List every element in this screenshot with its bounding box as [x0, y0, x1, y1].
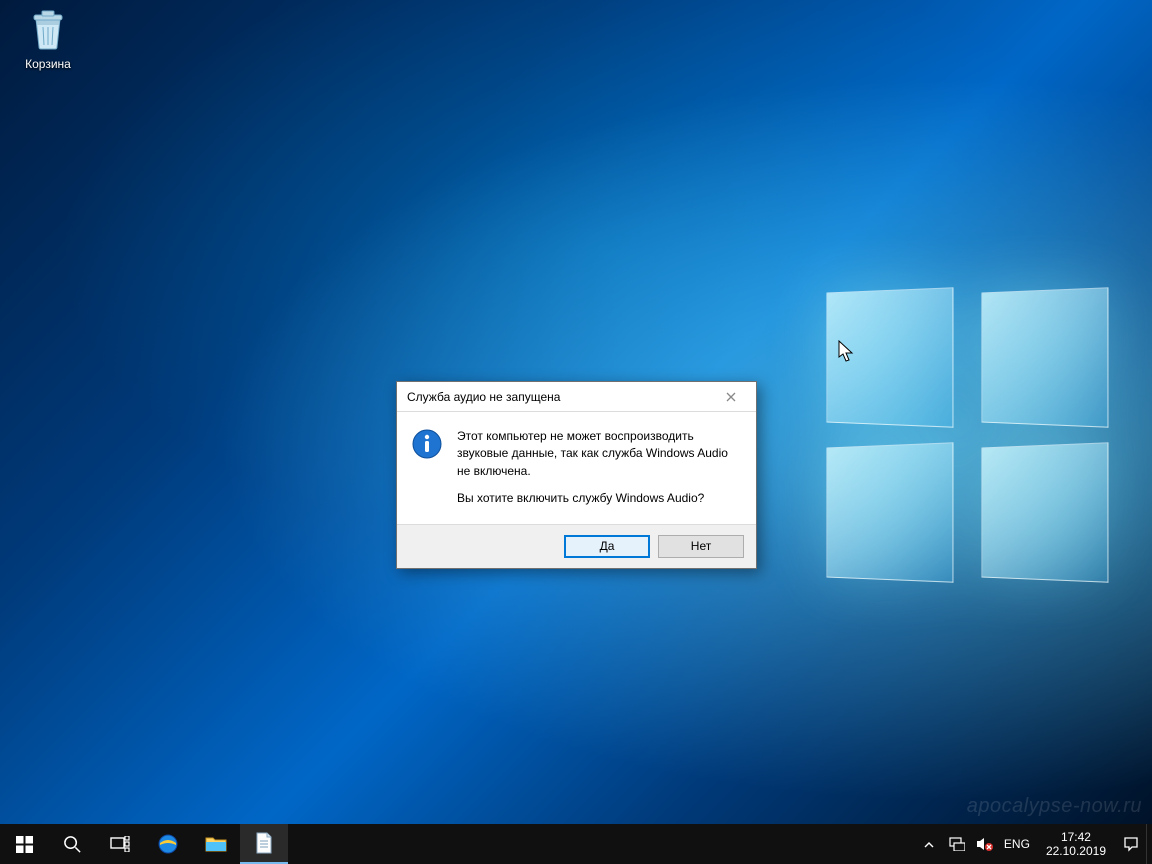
system-tray: ENG 17:42 22.10.2019: [912, 824, 1146, 864]
close-button[interactable]: [712, 386, 750, 408]
dialog-footer: Да Нет: [397, 524, 756, 568]
notepad-taskbar[interactable]: [240, 824, 288, 864]
network-icon: [949, 837, 965, 851]
internet-explorer-taskbar[interactable]: [144, 824, 192, 864]
action-center-button[interactable]: [1122, 836, 1140, 852]
clock-time: 17:42: [1046, 830, 1106, 844]
audio-service-dialog: Служба аудио не запущена Этот компьютер …: [396, 381, 757, 569]
clock-date: 22.10.2019: [1046, 844, 1106, 858]
internet-explorer-icon: [156, 832, 180, 856]
search-icon: [63, 835, 82, 854]
notification-icon: [1123, 836, 1139, 852]
yes-button[interactable]: Да: [564, 535, 650, 558]
chevron-up-icon: [924, 841, 934, 848]
taskbar-spacer: [288, 824, 912, 864]
windows-logo-wallpaper: [820, 290, 1120, 590]
windows-start-icon: [16, 836, 33, 853]
task-view-button[interactable]: [96, 824, 144, 864]
volume-tray-icon[interactable]: [976, 836, 994, 852]
dialog-message-line2: Вы хотите включить службу Windows Audio?: [457, 490, 742, 507]
volume-muted-icon: [976, 836, 994, 852]
info-icon: [411, 428, 443, 460]
close-icon: [726, 392, 736, 402]
desktop[interactable]: Корзина Служба аудио не запущена Эт: [0, 0, 1152, 824]
recycle-bin-label: Корзина: [10, 57, 86, 71]
file-explorer-taskbar[interactable]: [192, 824, 240, 864]
tray-overflow-button[interactable]: [920, 841, 938, 848]
watermark-text: apocalypse-now.ru: [967, 795, 1142, 818]
folder-icon: [205, 835, 227, 853]
task-view-icon: [110, 836, 130, 852]
no-button[interactable]: Нет: [658, 535, 744, 558]
recycle-bin-icon: [24, 5, 72, 53]
recycle-bin-desktop-icon[interactable]: Корзина: [10, 5, 86, 71]
search-button[interactable]: [48, 824, 96, 864]
language-indicator[interactable]: ENG: [1004, 837, 1030, 851]
network-tray-icon[interactable]: [948, 837, 966, 851]
document-icon: [255, 832, 273, 854]
show-desktop-button[interactable]: [1146, 824, 1152, 864]
start-button[interactable]: [0, 824, 48, 864]
taskbar: ENG 17:42 22.10.2019: [0, 824, 1152, 864]
dialog-titlebar[interactable]: Служба аудио не запущена: [397, 382, 756, 412]
clock-tray[interactable]: 17:42 22.10.2019: [1040, 827, 1112, 862]
dialog-message: Этот компьютер не может воспроизводить з…: [457, 428, 742, 508]
dialog-title-text: Служба аудио не запущена: [407, 382, 712, 412]
dialog-message-line1: Этот компьютер не может воспроизводить з…: [457, 428, 742, 480]
